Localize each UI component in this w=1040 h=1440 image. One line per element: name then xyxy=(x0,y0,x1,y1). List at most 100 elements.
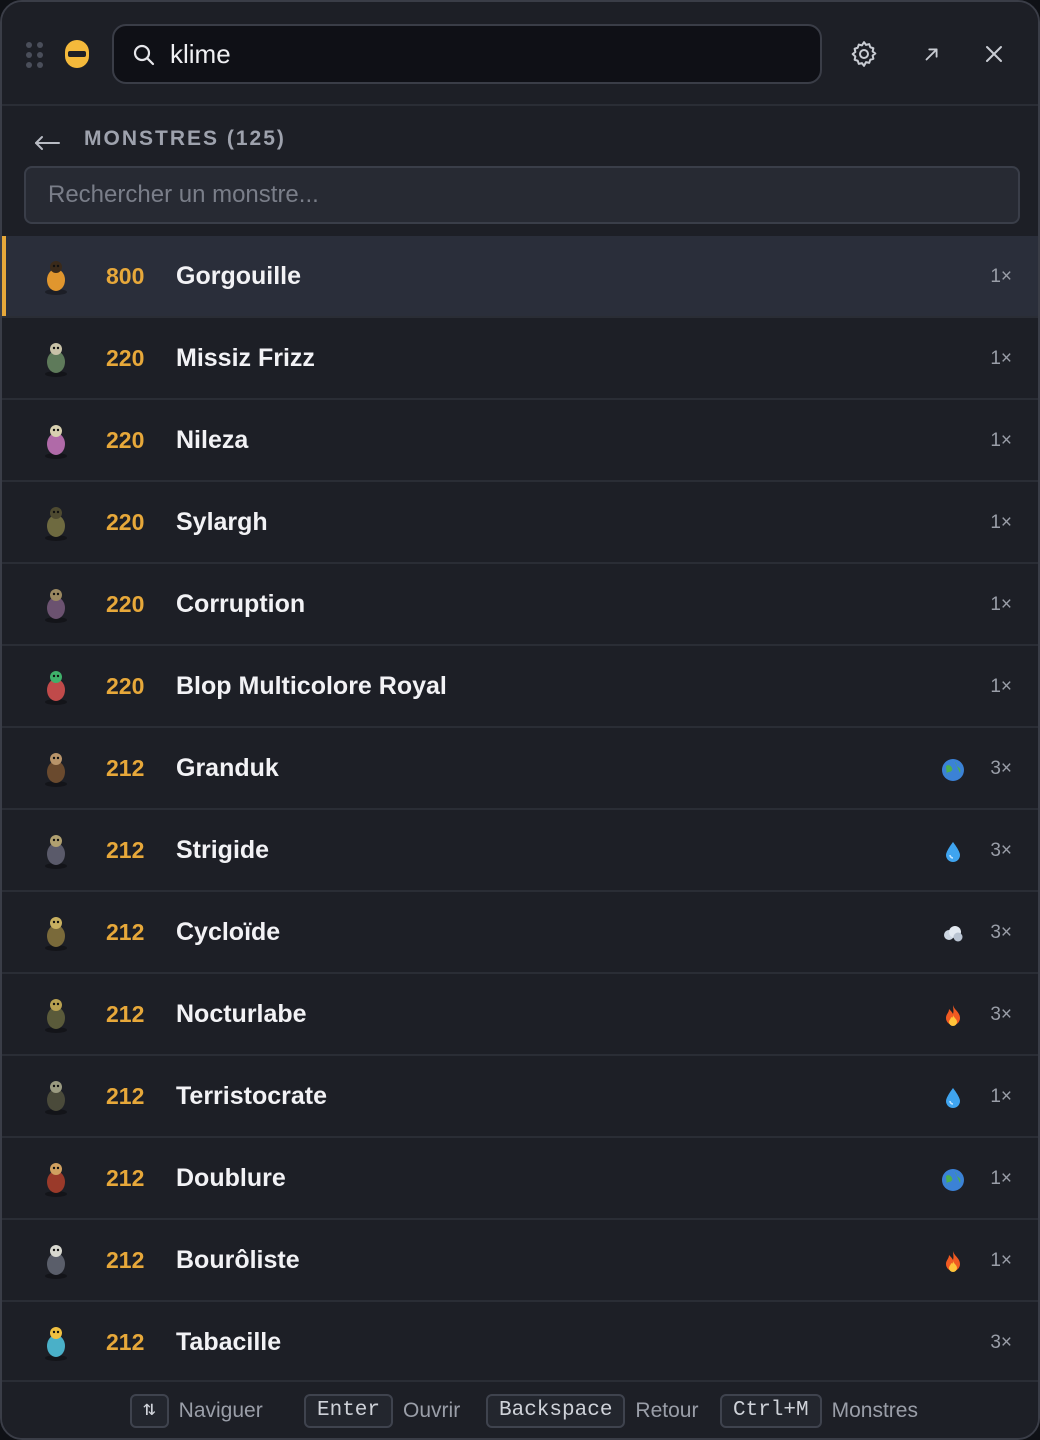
monster-name: Strigide xyxy=(176,836,270,864)
monster-sprite-icon xyxy=(36,748,76,788)
kbd-backspace: Backspace xyxy=(486,1394,626,1428)
hint-navigate: ⇅ Naviguer xyxy=(130,1394,263,1428)
water-drop-icon xyxy=(940,839,966,865)
close-button[interactable] xyxy=(972,32,1016,76)
fire-flame-icon xyxy=(940,1249,966,1275)
monster-row[interactable]: 212 Strigide 3× xyxy=(2,810,1038,892)
hint-monsters: Ctrl+M Monstres xyxy=(720,1394,918,1428)
monster-count: 1× xyxy=(990,512,1012,533)
settings-button[interactable] xyxy=(842,32,886,76)
monster-level: 220 xyxy=(106,509,145,535)
top-bar xyxy=(2,2,1038,106)
arrow-up-right-icon xyxy=(925,48,938,61)
monster-level: 212 xyxy=(106,1083,145,1109)
monster-count: 1× xyxy=(990,348,1012,369)
section-header: MONSTRES (125) xyxy=(2,106,1038,166)
earth-globe-icon xyxy=(940,1167,966,1193)
monster-row[interactable]: 800 Gorgouille 1× xyxy=(2,236,1038,318)
monster-filter-input[interactable] xyxy=(24,166,1020,224)
monster-name: Terristocrate xyxy=(176,1082,327,1110)
monster-level: 212 xyxy=(106,1001,145,1027)
monster-level: 800 xyxy=(106,263,145,289)
monster-row[interactable]: 212 Cycloïde 3× xyxy=(2,892,1038,974)
monster-name: Sylargh xyxy=(176,508,268,536)
hint-label-back: Retour xyxy=(635,1399,699,1422)
monster-sprite-icon xyxy=(36,830,76,870)
monster-row[interactable]: 212 Nocturlabe 3× xyxy=(2,974,1038,1056)
monster-name: Missiz Frizz xyxy=(176,344,315,372)
monster-level: 212 xyxy=(106,755,145,781)
monster-count: 1× xyxy=(990,1168,1012,1189)
monster-count: 1× xyxy=(990,430,1012,451)
earth-globe-icon xyxy=(940,757,966,783)
monster-count: 3× xyxy=(990,840,1012,861)
monster-level: 220 xyxy=(106,591,145,617)
monster-row[interactable]: 212 Bourôliste 1× xyxy=(2,1220,1038,1302)
section-title: MONSTRES (125) xyxy=(84,127,286,150)
monster-count: 3× xyxy=(990,922,1012,943)
monster-name: Nileza xyxy=(176,426,249,454)
monster-row[interactable]: 212 Granduk 3× xyxy=(2,728,1038,810)
monster-count: 1× xyxy=(990,266,1012,287)
monster-sprite-icon xyxy=(36,1158,76,1198)
monster-sprite-icon xyxy=(36,666,76,706)
monster-name: Tabacille xyxy=(176,1328,282,1356)
monster-name: Granduk xyxy=(176,754,279,782)
air-cloud-icon xyxy=(940,921,966,947)
monster-level: 220 xyxy=(106,673,145,699)
monster-sprite-icon xyxy=(36,1076,76,1116)
monster-count: 1× xyxy=(990,676,1012,697)
hint-label-monsters: Monstres xyxy=(831,1399,918,1422)
footer-hints: ⇅ Naviguer Enter Ouvrir Backspace Retour… xyxy=(2,1380,1038,1438)
monster-count: 1× xyxy=(990,1086,1012,1107)
monster-count: 3× xyxy=(990,758,1012,779)
monster-sprite-icon xyxy=(36,1322,76,1362)
monster-row[interactable]: 220 Missiz Frizz 1× xyxy=(2,318,1038,400)
app-logo-icon xyxy=(65,40,89,68)
monster-level: 212 xyxy=(106,1247,145,1273)
monster-row[interactable]: 212 Doublure 1× xyxy=(2,1138,1038,1220)
monster-row[interactable]: 220 Corruption 1× xyxy=(2,564,1038,646)
monster-row[interactable]: 220 Blop Multicolore Royal 1× xyxy=(2,646,1038,728)
monster-name: Doublure xyxy=(176,1164,286,1192)
monster-count: 3× xyxy=(990,1004,1012,1025)
search-box[interactable] xyxy=(112,24,822,84)
monster-name: Gorgouille xyxy=(176,262,301,290)
hint-open: Enter Ouvrir xyxy=(304,1394,460,1428)
monster-name: Bourôliste xyxy=(176,1246,300,1274)
monster-count: 1× xyxy=(990,1250,1012,1271)
search-input[interactable] xyxy=(170,36,800,72)
back-arrow-icon[interactable] xyxy=(32,128,62,158)
close-icon xyxy=(986,46,1002,62)
monster-row[interactable]: 220 Nileza 1× xyxy=(2,400,1038,482)
monster-sprite-icon xyxy=(36,420,76,460)
kbd-navigate: ⇅ xyxy=(130,1394,169,1428)
kbd-enter: Enter xyxy=(304,1394,394,1428)
hint-label-open: Ouvrir xyxy=(403,1399,461,1422)
popout-button[interactable] xyxy=(910,32,954,76)
fire-flame-icon xyxy=(940,1003,966,1029)
monster-row[interactable]: 212 Tabacille 3× xyxy=(2,1302,1038,1384)
monster-level: 212 xyxy=(106,837,145,863)
monster-level: 220 xyxy=(106,345,145,371)
monster-name: Nocturlabe xyxy=(176,1000,307,1028)
monster-sprite-icon xyxy=(36,502,76,542)
monster-name: Cycloïde xyxy=(176,918,281,946)
monster-sprite-icon xyxy=(36,912,76,952)
water-drop-icon xyxy=(940,1085,966,1111)
monster-level: 212 xyxy=(106,1165,145,1191)
monster-level: 212 xyxy=(106,919,145,945)
drag-handle-icon[interactable] xyxy=(26,42,44,68)
gear-icon xyxy=(851,41,877,67)
monster-sprite-icon xyxy=(36,1240,76,1280)
monster-sprite-icon xyxy=(36,994,76,1034)
monster-name: Blop Multicolore Royal xyxy=(176,672,447,700)
monster-row[interactable]: 212 Terristocrate 1× xyxy=(2,1056,1038,1138)
monster-sprite-icon xyxy=(36,338,76,378)
monster-row[interactable]: 220 Sylargh 1× xyxy=(2,482,1038,564)
monster-level: 212 xyxy=(106,1329,145,1355)
kbd-ctrl-m: Ctrl+M xyxy=(720,1394,822,1428)
monster-sprite-icon xyxy=(36,584,76,624)
monster-level: 220 xyxy=(106,427,145,453)
hint-label-navigate: Naviguer xyxy=(178,1399,263,1422)
